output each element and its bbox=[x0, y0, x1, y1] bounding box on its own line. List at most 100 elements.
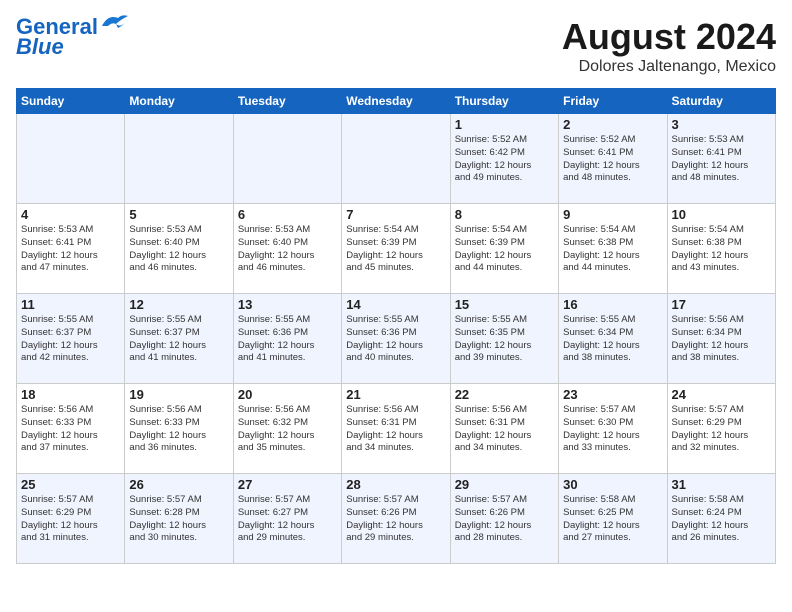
cell-info: Sunrise: 5:55 AM Sunset: 6:37 PM Dayligh… bbox=[129, 314, 228, 365]
calendar-cell: 27 Sunrise: 5:57 AM Sunset: 6:27 PM Dayli… bbox=[233, 474, 341, 564]
cell-info: Sunrise: 5:57 AM Sunset: 6:29 PM Dayligh… bbox=[21, 494, 120, 545]
day-number: 9 bbox=[563, 207, 662, 222]
day-number: 13 bbox=[238, 297, 337, 312]
calendar-cell bbox=[17, 114, 125, 204]
day-number: 10 bbox=[672, 207, 771, 222]
day-number: 14 bbox=[346, 297, 445, 312]
calendar-cell: 26Sunrise: 5:57 AM Sunset: 6:28 PM Dayli… bbox=[125, 474, 233, 564]
header-cell-monday: Monday bbox=[125, 89, 233, 114]
day-number: 6 bbox=[238, 207, 337, 222]
day-number: 19 bbox=[129, 387, 228, 402]
day-number: 29 bbox=[455, 477, 554, 492]
cell-info: Sunrise: 5:55 AM Sunset: 6:36 PM Dayligh… bbox=[238, 314, 337, 365]
calendar-cell: 28 Sunrise: 5:57 AM Sunset: 6:26 PM Dayli… bbox=[342, 474, 450, 564]
calendar-cell: 3 Sunrise: 5:53 AM Sunset: 6:41 PM Daylig… bbox=[667, 114, 775, 204]
day-number: 20 bbox=[238, 387, 337, 402]
calendar-cell: 29 Sunrise: 5:57 AM Sunset: 6:26 PM Dayli… bbox=[450, 474, 558, 564]
logo: General Blue bbox=[16, 16, 130, 58]
title-month: August 2024 bbox=[562, 16, 776, 58]
calendar-cell: 4 Sunrise: 5:53 AM Sunset: 6:41 PM Daylig… bbox=[17, 204, 125, 294]
calendar-cell bbox=[125, 114, 233, 204]
calendar-cell: 5 Sunrise: 5:53 AM Sunset: 6:40 PM Daylig… bbox=[125, 204, 233, 294]
day-number: 30 bbox=[563, 477, 662, 492]
header-cell-saturday: Saturday bbox=[667, 89, 775, 114]
calendar-cell: 12Sunrise: 5:55 AM Sunset: 6:37 PM Dayli… bbox=[125, 294, 233, 384]
cell-info: Sunrise: 5:52 AM Sunset: 6:41 PM Dayligh… bbox=[563, 134, 662, 185]
calendar-cell: 17Sunrise: 5:56 AM Sunset: 6:34 PM Dayli… bbox=[667, 294, 775, 384]
calendar-cell: 20 Sunrise: 5:56 AM Sunset: 6:32 PM Dayli… bbox=[233, 384, 341, 474]
cell-info: Sunrise: 5:56 AM Sunset: 6:32 PM Dayligh… bbox=[238, 404, 337, 455]
cell-info: Sunrise: 5:54 AM Sunset: 6:39 PM Dayligh… bbox=[346, 224, 445, 275]
day-number: 8 bbox=[455, 207, 554, 222]
day-number: 26 bbox=[129, 477, 228, 492]
logo-blue-text: Blue bbox=[16, 36, 64, 58]
cell-info: Sunrise: 5:53 AM Sunset: 6:41 PM Dayligh… bbox=[672, 134, 771, 185]
cell-info: Sunrise: 5:55 AM Sunset: 6:34 PM Dayligh… bbox=[563, 314, 662, 365]
day-number: 5 bbox=[129, 207, 228, 222]
cell-info: Sunrise: 5:57 AM Sunset: 6:26 PM Dayligh… bbox=[346, 494, 445, 545]
day-number: 24 bbox=[672, 387, 771, 402]
week-row-3: 11 Sunrise: 5:55 AM Sunset: 6:37 PM Dayli… bbox=[17, 294, 776, 384]
cell-info: Sunrise: 5:53 AM Sunset: 6:40 PM Dayligh… bbox=[238, 224, 337, 275]
calendar-cell: 19 Sunrise: 5:56 AM Sunset: 6:33 PM Dayli… bbox=[125, 384, 233, 474]
day-number: 21 bbox=[346, 387, 445, 402]
logo-bird-icon bbox=[100, 12, 130, 34]
cell-info: Sunrise: 5:57 AM Sunset: 6:27 PM Dayligh… bbox=[238, 494, 337, 545]
calendar-cell: 8 Sunrise: 5:54 AM Sunset: 6:39 PM Daylig… bbox=[450, 204, 558, 294]
day-number: 1 bbox=[455, 117, 554, 132]
calendar-cell: 14 Sunrise: 5:55 AM Sunset: 6:36 PM Dayli… bbox=[342, 294, 450, 384]
header-cell-tuesday: Tuesday bbox=[233, 89, 341, 114]
calendar-cell: 11Sunrise: 5:55 AM Sunset: 6:37 PM Dayli… bbox=[17, 294, 125, 384]
calendar-cell: 15 Sunrise: 5:55 AM Sunset: 6:35 PM Dayli… bbox=[450, 294, 558, 384]
header-cell-thursday: Thursday bbox=[450, 89, 558, 114]
week-row-4: 18Sunrise: 5:56 AM Sunset: 6:33 PM Dayli… bbox=[17, 384, 776, 474]
calendar-cell: 30Sunrise: 5:58 AM Sunset: 6:25 PM Dayli… bbox=[559, 474, 667, 564]
cell-info: Sunrise: 5:57 AM Sunset: 6:29 PM Dayligh… bbox=[672, 404, 771, 455]
day-number: 23 bbox=[563, 387, 662, 402]
calendar-cell: 18Sunrise: 5:56 AM Sunset: 6:33 PM Dayli… bbox=[17, 384, 125, 474]
calendar-cell: 9 Sunrise: 5:54 AM Sunset: 6:38 PM Daylig… bbox=[559, 204, 667, 294]
cell-info: Sunrise: 5:54 AM Sunset: 6:38 PM Dayligh… bbox=[563, 224, 662, 275]
calendar-cell: 1 Sunrise: 5:52 AM Sunset: 6:42 PM Daylig… bbox=[450, 114, 558, 204]
day-number: 22 bbox=[455, 387, 554, 402]
calendar-cell: 25 Sunrise: 5:57 AM Sunset: 6:29 PM Dayli… bbox=[17, 474, 125, 564]
calendar-body: 1 Sunrise: 5:52 AM Sunset: 6:42 PM Daylig… bbox=[17, 114, 776, 564]
day-number: 11 bbox=[21, 297, 120, 312]
cell-info: Sunrise: 5:54 AM Sunset: 6:39 PM Dayligh… bbox=[455, 224, 554, 275]
cell-info: Sunrise: 5:55 AM Sunset: 6:36 PM Dayligh… bbox=[346, 314, 445, 365]
week-row-1: 1 Sunrise: 5:52 AM Sunset: 6:42 PM Daylig… bbox=[17, 114, 776, 204]
calendar-cell: 13 Sunrise: 5:55 AM Sunset: 6:36 PM Dayli… bbox=[233, 294, 341, 384]
day-number: 27 bbox=[238, 477, 337, 492]
week-row-2: 4 Sunrise: 5:53 AM Sunset: 6:41 PM Daylig… bbox=[17, 204, 776, 294]
cell-info: Sunrise: 5:57 AM Sunset: 6:30 PM Dayligh… bbox=[563, 404, 662, 455]
cell-info: Sunrise: 5:53 AM Sunset: 6:41 PM Dayligh… bbox=[21, 224, 120, 275]
calendar-cell: 10 Sunrise: 5:54 AM Sunset: 6:38 PM Dayli… bbox=[667, 204, 775, 294]
day-number: 4 bbox=[21, 207, 120, 222]
calendar-cell: 21 Sunrise: 5:56 AM Sunset: 6:31 PM Dayli… bbox=[342, 384, 450, 474]
cell-info: Sunrise: 5:56 AM Sunset: 6:31 PM Dayligh… bbox=[346, 404, 445, 455]
day-number: 15 bbox=[455, 297, 554, 312]
day-number: 25 bbox=[21, 477, 120, 492]
header-cell-sunday: Sunday bbox=[17, 89, 125, 114]
cell-info: Sunrise: 5:55 AM Sunset: 6:35 PM Dayligh… bbox=[455, 314, 554, 365]
day-number: 16 bbox=[563, 297, 662, 312]
title-location: Dolores Jaltenango, Mexico bbox=[562, 58, 776, 76]
cell-info: Sunrise: 5:54 AM Sunset: 6:38 PM Dayligh… bbox=[672, 224, 771, 275]
calendar-cell: 7Sunrise: 5:54 AM Sunset: 6:39 PM Daylig… bbox=[342, 204, 450, 294]
calendar-cell: 31 Sunrise: 5:58 AM Sunset: 6:24 PM Dayli… bbox=[667, 474, 775, 564]
cell-info: Sunrise: 5:52 AM Sunset: 6:42 PM Dayligh… bbox=[455, 134, 554, 185]
week-row-5: 25 Sunrise: 5:57 AM Sunset: 6:29 PM Dayli… bbox=[17, 474, 776, 564]
cell-info: Sunrise: 5:56 AM Sunset: 6:33 PM Dayligh… bbox=[129, 404, 228, 455]
cell-info: Sunrise: 5:57 AM Sunset: 6:26 PM Dayligh… bbox=[455, 494, 554, 545]
calendar-cell bbox=[233, 114, 341, 204]
day-number: 3 bbox=[672, 117, 771, 132]
calendar-cell: 2 Sunrise: 5:52 AM Sunset: 6:41 PM Daylig… bbox=[559, 114, 667, 204]
day-number: 31 bbox=[672, 477, 771, 492]
cell-info: Sunrise: 5:53 AM Sunset: 6:40 PM Dayligh… bbox=[129, 224, 228, 275]
day-number: 28 bbox=[346, 477, 445, 492]
calendar-cell: 16 Sunrise: 5:55 AM Sunset: 6:34 PM Dayli… bbox=[559, 294, 667, 384]
cell-info: Sunrise: 5:56 AM Sunset: 6:33 PM Dayligh… bbox=[21, 404, 120, 455]
cell-info: Sunrise: 5:58 AM Sunset: 6:24 PM Dayligh… bbox=[672, 494, 771, 545]
calendar-cell: 23 Sunrise: 5:57 AM Sunset: 6:30 PM Dayli… bbox=[559, 384, 667, 474]
day-number: 2 bbox=[563, 117, 662, 132]
